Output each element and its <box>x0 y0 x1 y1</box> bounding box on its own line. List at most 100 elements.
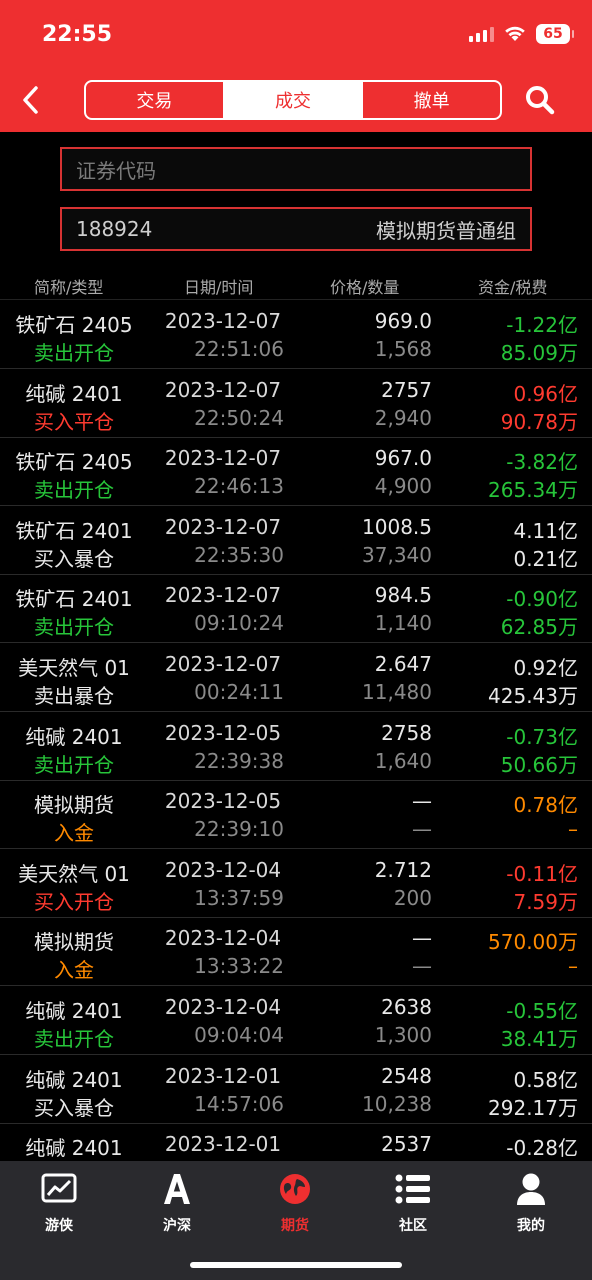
row-type: 卖出开仓 <box>34 615 114 640</box>
row-price: 2.712 <box>374 857 432 882</box>
table-row[interactable]: 模拟期货 入金 2023-12-04 13:33:22 — — 570.00万 – <box>0 918 592 987</box>
row-name: 模拟期货 <box>34 930 114 955</box>
tab-trade[interactable]: 交易 <box>86 82 223 118</box>
header-price-qty: 价格/数量 <box>330 278 400 297</box>
row-amount: -0.28亿 <box>506 1136 578 1161</box>
header-name-type: 简称/类型 <box>34 278 104 297</box>
row-type: 买入平仓 <box>34 409 114 434</box>
status-time: 22:55 <box>42 22 113 47</box>
row-name: 纯碱 2401 <box>25 381 123 406</box>
row-time: 13:37:59 <box>194 885 284 910</box>
header-amount-fee: 资金/税费 <box>478 278 548 297</box>
table-row[interactable]: 美天然气 01 买入开仓 2023-12-04 13:37:59 2.712 200 -0.… <box>0 850 592 918</box>
row-time: 09:04:04 <box>194 1023 284 1047</box>
row-fee: 265.34万 <box>488 478 578 503</box>
row-amount: -0.11亿 <box>506 861 578 886</box>
row-name: 纯碱 2401 <box>25 724 123 749</box>
tab-deals[interactable]: 成交 <box>222 82 362 118</box>
tab-cancel-order[interactable]: 撤单 <box>361 82 500 118</box>
row-fee: – <box>568 954 578 979</box>
row-amount: -1.22亿 <box>506 313 578 337</box>
row-time: 22:39:10 <box>194 817 284 842</box>
row-quantity: 37,340 <box>362 542 432 567</box>
table-row[interactable]: 纯碱 2401 卖出开仓 2023-12-04 09:04:04 2638 1,300 -0… <box>0 987 592 1055</box>
row-type: 卖出开仓 <box>34 1027 114 1051</box>
row-fee: 292.17万 <box>488 1095 578 1120</box>
row-name: 铁矿石 2405 <box>15 313 133 337</box>
row-type: 卖出暴仓 <box>34 684 114 708</box>
battery-indicator: 65 <box>536 24 574 44</box>
row-amount: 570.00万 <box>488 930 578 955</box>
row-amount: 0.92亿 <box>513 656 578 680</box>
table-row[interactable]: 美天然气 01 卖出暴仓 2023-12-07 00:24:11 2.647 11,480… <box>0 644 592 712</box>
row-time: 00:24:11 <box>194 680 284 704</box>
row-name: 纯碱 2401 <box>25 1067 123 1092</box>
row-amount: 0.96亿 <box>513 381 578 406</box>
row-date: 2023-12-04 <box>164 995 282 1019</box>
row-quantity: 4,900 <box>374 474 432 499</box>
row-quantity: 11,480 <box>362 680 432 704</box>
table-row[interactable]: 纯碱 2401 买入平仓 2023-12-07 22:50:24 2757 2,940 0.… <box>0 370 592 438</box>
cellular-signal-icon <box>469 26 494 42</box>
row-quantity: 1,140 <box>374 611 432 636</box>
row-date: 2023-12-07 <box>164 446 282 471</box>
row-quantity: 10,238 <box>362 1091 432 1116</box>
row-date: 2023-12-07 <box>164 377 282 402</box>
row-amount: 0.78亿 <box>513 793 578 818</box>
row-time: 22:51:06 <box>194 337 284 361</box>
row-price: 967.0 <box>374 446 432 471</box>
row-time: 13:33:22 <box>194 954 284 979</box>
row-time: 09:10:24 <box>194 611 284 636</box>
table-row[interactable]: 模拟期货 入金 2023-12-05 22:39:10 — — 0.78亿 – <box>0 781 592 850</box>
row-type: 卖出开仓 <box>34 752 114 777</box>
row-price: 2548 <box>381 1063 432 1088</box>
row-name: 纯碱 2401 <box>25 1136 123 1161</box>
row-amount: 4.11亿 <box>513 518 578 543</box>
table-row[interactable]: 铁矿石 2401 卖出开仓 2023-12-07 09:10:24 984.5 1,140… <box>0 575 592 644</box>
tab-futures[interactable]: 期货 <box>236 1169 354 1239</box>
row-fee: 85.09万 <box>500 341 578 365</box>
row-price: — <box>412 789 432 814</box>
row-name: 美天然气 01 <box>18 656 130 680</box>
row-price: 2537 <box>381 1132 432 1157</box>
row-price: — <box>412 926 432 951</box>
account-id: 188924 <box>76 217 153 241</box>
security-code-input[interactable]: 证券代码 <box>60 147 532 191</box>
header-date-time: 日期/时间 <box>184 278 254 297</box>
row-fee: 0.21亿 <box>513 546 578 571</box>
list-icon <box>395 1174 430 1204</box>
row-date: 2023-12-01 <box>164 1063 282 1088</box>
person-icon <box>517 1173 545 1205</box>
chart-line-icon <box>41 1173 77 1203</box>
row-amount: -0.55亿 <box>506 999 578 1023</box>
row-price: 2757 <box>381 377 432 402</box>
tab-hushen[interactable]: 沪深 <box>118 1169 236 1239</box>
table-row[interactable]: 铁矿石 2405 卖出开仓 2023-12-07 22:46:13 967.0 4,900… <box>0 438 592 507</box>
row-fee: 62.85万 <box>500 615 578 640</box>
row-price: 2758 <box>381 720 432 745</box>
row-time: 22:35:30 <box>194 542 284 567</box>
table-row[interactable]: 铁矿石 2401 买入暴仓 2023-12-07 22:35:30 1008.5 37,3… <box>0 507 592 575</box>
tab-me[interactable]: 我的 <box>472 1169 590 1239</box>
table-row[interactable]: 纯碱 2401 2023-12-01 2537 -0.28亿 <box>0 1124 592 1161</box>
tab-youxia[interactable]: 游侠 <box>0 1169 118 1239</box>
tab-community[interactable]: 社区 <box>354 1169 472 1239</box>
row-date: 2023-12-07 <box>164 514 282 539</box>
row-name: 铁矿石 2401 <box>15 587 133 612</box>
row-time: 22:39:38 <box>194 748 284 773</box>
top-bar: 22:55 65 交易 成交 撤单 <box>0 0 592 132</box>
row-type: 卖出开仓 <box>34 341 114 365</box>
table-row[interactable]: 纯碱 2401 卖出开仓 2023-12-05 22:39:38 2758 1,640 -0… <box>0 713 592 781</box>
row-amount: -0.73亿 <box>506 724 578 749</box>
row-name: 纯碱 2401 <box>25 999 123 1023</box>
table-row[interactable]: 纯碱 2401 买入暴仓 2023-12-01 14:57:06 2548 10,238 0… <box>0 1056 592 1124</box>
back-button[interactable] <box>14 82 46 118</box>
table-row[interactable]: 铁矿石 2405 卖出开仓 2023-12-07 22:51:06 969.0 1,568… <box>0 301 592 369</box>
row-quantity: — <box>412 954 432 979</box>
search-icon[interactable] <box>524 84 556 116</box>
row-time: 22:46:13 <box>194 474 284 499</box>
account-selector[interactable]: 188924 模拟期货普通组 <box>60 207 532 251</box>
row-quantity: — <box>412 817 432 842</box>
chevron-left-icon <box>23 86 38 114</box>
row-date: 2023-12-07 <box>164 309 282 333</box>
